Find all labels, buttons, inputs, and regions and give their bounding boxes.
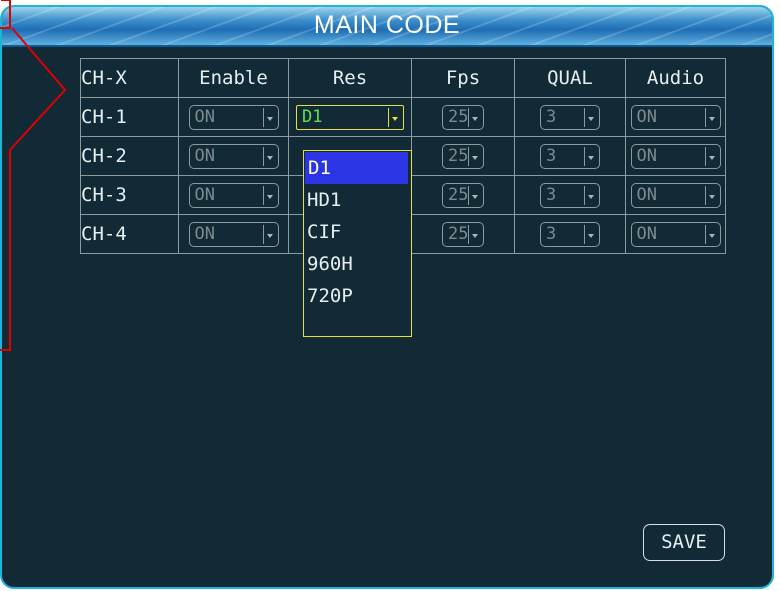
chevron-down-icon[interactable] [388, 107, 401, 127]
chevron-down-icon[interactable] [704, 146, 718, 166]
enable-value: ON [194, 184, 215, 205]
header-enable: Enable [178, 58, 289, 98]
res-option-d1[interactable]: D1 [305, 152, 408, 184]
fps-select[interactable]: 25 [442, 143, 484, 169]
header-res: Res [288, 58, 412, 98]
enable-cell: ON [178, 136, 289, 176]
save-button[interactable]: SAVE [643, 524, 725, 561]
qual-select[interactable]: 3 [540, 221, 600, 247]
qual-value: 3 [546, 223, 557, 244]
res-value: D1 [302, 106, 323, 127]
res-option-hd1[interactable]: HD1 [304, 184, 411, 216]
audio-cell: ON [625, 136, 726, 176]
header-chx: CH-X [80, 58, 179, 98]
chevron-down-icon[interactable] [584, 185, 597, 205]
enable-select[interactable]: ON [188, 104, 279, 130]
table-header-row: CH-X Enable Res Fps QUAL Audio [80, 58, 726, 98]
chevron-down-icon[interactable] [262, 107, 276, 127]
chevron-down-icon[interactable] [468, 107, 481, 127]
header-fps: Fps [411, 58, 515, 98]
res-cell: D1 [288, 97, 412, 137]
qual-value: 3 [546, 145, 557, 166]
channel-label: CH-1 [80, 97, 179, 137]
channel-label: CH-2 [80, 136, 179, 176]
audio-value: ON [636, 145, 657, 166]
res-dropdown-list[interactable]: D1 HD1 CIF 960H 720P [303, 150, 412, 337]
res-option-cif[interactable]: CIF [304, 216, 411, 248]
fps-cell: 25 [411, 97, 515, 137]
qual-value: 3 [546, 106, 557, 127]
header-qual: QUAL [514, 58, 626, 98]
enable-value: ON [194, 223, 215, 244]
res-option-960h[interactable]: 960H [304, 248, 411, 280]
audio-select[interactable]: ON [630, 143, 721, 169]
audio-select[interactable]: ON [630, 104, 721, 130]
qual-cell: 3 [514, 214, 626, 254]
enable-select[interactable]: ON [188, 221, 279, 247]
chevron-down-icon[interactable] [468, 224, 481, 244]
qual-cell: 3 [514, 136, 626, 176]
fps-cell: 25 [411, 136, 515, 176]
fps-select[interactable]: 25 [442, 104, 484, 130]
audio-value: ON [636, 223, 657, 244]
qual-cell: 3 [514, 175, 626, 215]
chevron-down-icon[interactable] [262, 146, 276, 166]
chevron-down-icon[interactable] [262, 224, 276, 244]
fps-select[interactable]: 25 [442, 221, 484, 247]
enable-value: ON [194, 106, 215, 127]
res-select[interactable]: D1 [296, 104, 404, 130]
qual-select[interactable]: 3 [540, 104, 600, 130]
chevron-down-icon[interactable] [468, 146, 481, 166]
chevron-down-icon[interactable] [584, 107, 597, 127]
fps-value: 25 [448, 106, 469, 127]
chevron-down-icon[interactable] [584, 224, 597, 244]
channel-label: CH-4 [80, 214, 179, 254]
audio-select[interactable]: ON [630, 221, 721, 247]
audio-select[interactable]: ON [630, 182, 721, 208]
main-code-window: MAIN CODE CH-X Enable Res Fps QUAL Audio… [0, 5, 774, 589]
enable-cell: ON [178, 175, 289, 215]
res-option-720p[interactable]: 720P [304, 280, 411, 312]
fps-cell: 25 [411, 214, 515, 254]
chevron-down-icon[interactable] [468, 185, 481, 205]
fps-value: 25 [448, 184, 469, 205]
audio-value: ON [636, 106, 657, 127]
audio-cell: ON [625, 214, 726, 254]
enable-select[interactable]: ON [188, 143, 279, 169]
chevron-down-icon[interactable] [584, 146, 597, 166]
audio-cell: ON [625, 175, 726, 215]
chevron-down-icon[interactable] [704, 107, 718, 127]
qual-select[interactable]: 3 [540, 143, 600, 169]
fps-value: 25 [448, 223, 469, 244]
fps-select[interactable]: 25 [442, 182, 484, 208]
channel-label: CH-3 [80, 175, 179, 215]
fps-value: 25 [448, 145, 469, 166]
enable-select[interactable]: ON [188, 182, 279, 208]
qual-cell: 3 [514, 97, 626, 137]
table-row: CH-1 ON D1 25 3 ON [80, 97, 726, 137]
fps-cell: 25 [411, 175, 515, 215]
enable-cell: ON [178, 97, 289, 137]
audio-value: ON [636, 184, 657, 205]
chevron-down-icon[interactable] [704, 224, 718, 244]
qual-select[interactable]: 3 [540, 182, 600, 208]
header-audio: Audio [625, 58, 726, 98]
audio-cell: ON [625, 97, 726, 137]
qual-value: 3 [546, 184, 557, 205]
title-bar: MAIN CODE [2, 7, 772, 47]
enable-cell: ON [178, 214, 289, 254]
window-title: MAIN CODE [313, 11, 461, 39]
chevron-down-icon[interactable] [704, 185, 718, 205]
enable-value: ON [194, 145, 215, 166]
chevron-down-icon[interactable] [262, 185, 276, 205]
